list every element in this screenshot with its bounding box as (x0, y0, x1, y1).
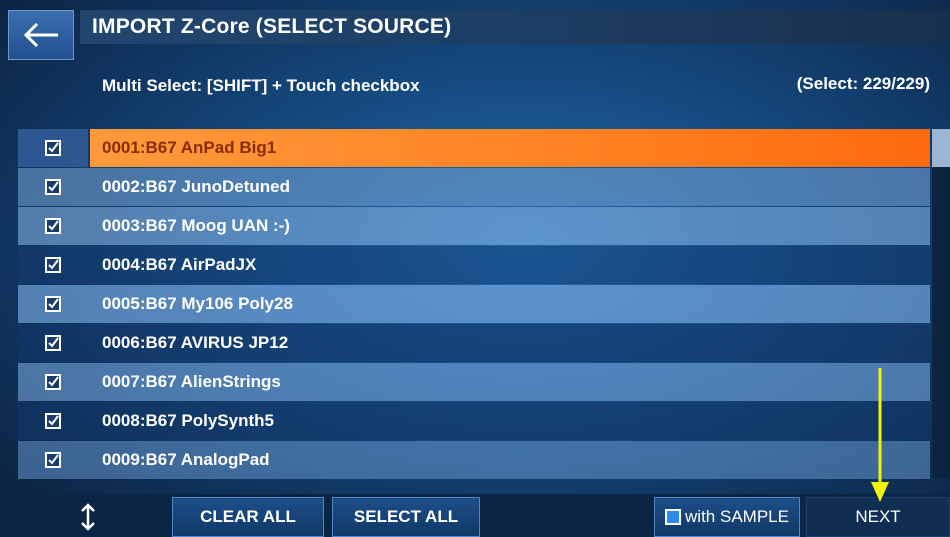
checkbox[interactable] (45, 335, 61, 351)
checkbox[interactable] (45, 218, 61, 234)
checkbox-cell[interactable] (18, 441, 88, 479)
clear-all-button[interactable]: CLEAR ALL (172, 497, 324, 537)
checkbox-cell[interactable] (18, 168, 88, 206)
list-item[interactable]: 0008:B67 PolySynth5 (18, 402, 930, 440)
list-item-label: 0003:B67 Moog UAN :-) (102, 216, 290, 235)
list-item[interactable]: 0001:B67 AnPad Big1 (18, 129, 930, 167)
checkbox[interactable] (45, 413, 61, 429)
checkbox-cell[interactable] (18, 207, 88, 245)
list-item[interactable]: 0009:B67 AnalogPad (18, 441, 930, 479)
clear-all-label: CLEAR ALL (200, 507, 296, 526)
import-screen: IMPORT Z-Core (SELECT SOURCE) Multi Sele… (0, 0, 950, 537)
list-item[interactable]: 0005:B67 My106 Poly28 (18, 285, 930, 323)
annotation-arrow-icon (871, 368, 889, 502)
checkbox[interactable] (45, 452, 61, 468)
checkbox-cell[interactable] (18, 246, 88, 284)
list-item-label: 0009:B67 AnalogPad (102, 450, 270, 469)
checkbox[interactable] (45, 296, 61, 312)
back-button[interactable] (8, 10, 74, 60)
back-arrow-icon (23, 22, 58, 48)
list-item[interactable]: 0003:B67 Moog UAN :-) (18, 207, 930, 245)
list-scrollbar[interactable] (932, 129, 950, 478)
source-list: 0001:B67 AnPad Big1 0002:B67 JunoDetuned… (18, 129, 930, 479)
sort-updown-icon[interactable] (78, 502, 98, 532)
list-item[interactable]: 0002:B67 JunoDetuned (18, 168, 930, 206)
list-item-label: 0007:B67 AlienStrings (102, 372, 281, 391)
checkbox[interactable] (45, 140, 61, 156)
list-item-label: 0004:B67 AirPadJX (102, 255, 257, 274)
checkbox[interactable] (45, 179, 61, 195)
select-count: (Select: 229/229) (796, 74, 930, 93)
list-item[interactable]: 0007:B67 AlienStrings (18, 363, 930, 401)
next-label: NEXT (855, 507, 901, 526)
select-all-label: SELECT ALL (353, 507, 459, 526)
checkbox[interactable] (45, 374, 61, 390)
with-sample-label: with SAMPLE (685, 507, 789, 526)
checkbox-cell[interactable] (18, 129, 88, 167)
list-item[interactable]: 0004:B67 AirPadJX (18, 246, 930, 284)
page-title: IMPORT Z-Core (SELECT SOURCE) (80, 10, 950, 44)
checkbox-cell[interactable] (18, 402, 88, 440)
list-item-label: 0001:B67 AnPad Big1 (90, 129, 930, 167)
list-item-label: 0008:B67 PolySynth5 (102, 411, 274, 430)
list-item[interactable]: 0006:B67 AVIRUS JP12 (18, 324, 930, 362)
checkbox-cell[interactable] (18, 363, 88, 401)
checkbox[interactable] (45, 257, 61, 273)
scrollbar-thumb[interactable] (932, 129, 950, 167)
list-item-label: 0002:B67 JunoDetuned (102, 177, 290, 196)
list-item-label: 0006:B67 AVIRUS JP12 (102, 333, 289, 352)
multi-select-hint: Multi Select: [SHIFT] + Touch checkbox (102, 76, 420, 95)
with-sample-checkbox[interactable] (665, 509, 682, 525)
checkbox-cell[interactable] (18, 285, 88, 323)
checkbox-cell[interactable] (18, 324, 88, 362)
select-all-button[interactable]: SELECT ALL (332, 497, 480, 537)
with-sample-toggle[interactable]: with SAMPLE (654, 497, 800, 537)
list-item-label: 0005:B67 My106 Poly28 (102, 294, 293, 313)
